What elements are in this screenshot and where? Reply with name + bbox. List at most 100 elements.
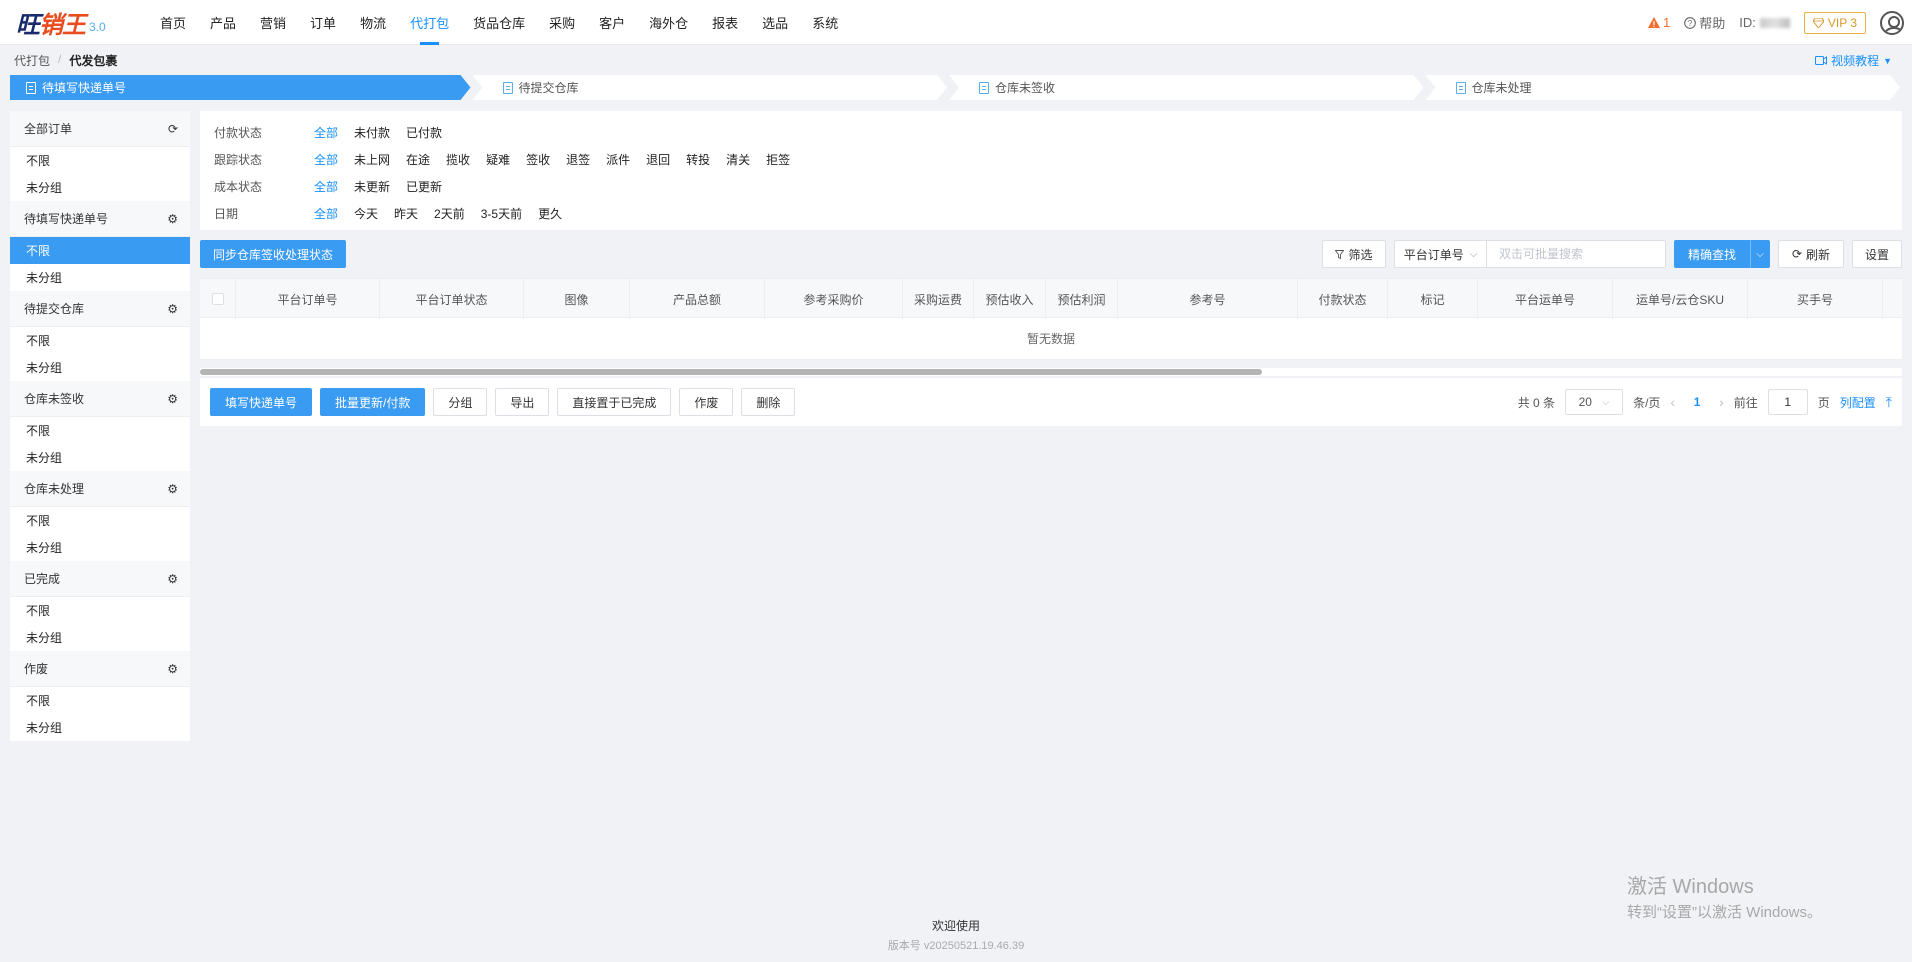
column-header[interactable]: 平台订单状态 xyxy=(380,279,524,319)
export-button[interactable]: 导出 xyxy=(495,388,550,416)
column-header[interactable]: 图像 xyxy=(524,279,630,319)
column-header[interactable]: 平台运单号 xyxy=(1478,279,1613,319)
nav-item-reports[interactable]: 报表 xyxy=(700,0,750,45)
sidebar-group-unprocessed[interactable]: 仓库未处理 ⚙ xyxy=(10,471,190,507)
video-tutorial-link[interactable]: 视频教程 ▼ xyxy=(1815,52,1892,69)
refresh-icon[interactable]: ⟳ xyxy=(168,122,178,136)
sidebar-item-ungrouped[interactable]: 未分组 xyxy=(10,624,190,651)
column-header[interactable]: 预估收入 xyxy=(974,279,1046,319)
sidebar-item-unlimited[interactable]: 不限 xyxy=(10,507,190,534)
column-header[interactable]: 平台订单号 xyxy=(236,279,380,319)
filter-option[interactable]: 未付款 xyxy=(354,124,390,141)
settings-button[interactable]: 设置 xyxy=(1852,240,1902,268)
nav-item-purchase[interactable]: 采购 xyxy=(537,0,587,45)
sidebar-item-unlimited[interactable]: 不限 xyxy=(10,417,190,444)
step-fill-tracking[interactable]: 待填写快递单号 xyxy=(10,75,471,100)
step-pending-submit[interactable]: 待提交仓库 xyxy=(473,75,948,100)
filter-option[interactable]: 转投 xyxy=(686,151,710,168)
search-field-select[interactable]: 平台订单号 ⌵ xyxy=(1395,241,1487,267)
sidebar-group-all[interactable]: 全部订单 ⟳ xyxy=(10,111,190,147)
column-header[interactable]: 标记 xyxy=(1388,279,1478,319)
nav-item-customers[interactable]: 客户 xyxy=(587,0,637,45)
scrollbar-thumb[interactable] xyxy=(200,369,1262,375)
filter-option[interactable]: 在途 xyxy=(406,151,430,168)
gear-icon[interactable]: ⚙ xyxy=(167,392,178,406)
sidebar-group-completed[interactable]: 已完成 ⚙ xyxy=(10,561,190,597)
column-header[interactable]: 参考号 xyxy=(1118,279,1298,319)
sidebar-group-pending-submit[interactable]: 待提交仓库 ⚙ xyxy=(10,291,190,327)
delete-button[interactable]: 删除 xyxy=(741,388,796,416)
sidebar-item-unlimited[interactable]: 不限 xyxy=(10,237,190,264)
filter-button[interactable]: 筛选 xyxy=(1322,240,1386,268)
vip-badge[interactable]: VIP 3 xyxy=(1803,11,1866,34)
select-all-checkbox[interactable] xyxy=(211,293,224,305)
avatar-icon[interactable] xyxy=(1880,10,1904,35)
filter-option[interactable]: 清关 xyxy=(726,151,750,168)
help-button[interactable]: ? 帮助 xyxy=(1684,13,1725,32)
fill-tracking-button[interactable]: 填写快递单号 xyxy=(210,388,313,416)
step-unsigned[interactable]: 仓库未签收 xyxy=(949,75,1424,100)
filter-option[interactable]: 已更新 xyxy=(406,178,442,195)
nav-item-orders[interactable]: 订单 xyxy=(298,0,348,45)
filter-option[interactable]: 派件 xyxy=(606,151,630,168)
set-complete-button[interactable]: 直接置于已完成 xyxy=(557,388,672,416)
sidebar-item-ungrouped[interactable]: 未分组 xyxy=(10,174,190,201)
sidebar-group-unsigned[interactable]: 仓库未签收 ⚙ xyxy=(10,381,190,417)
filter-option[interactable]: 今天 xyxy=(354,205,378,222)
breadcrumb-parent[interactable]: 代打包 xyxy=(14,52,50,69)
filter-option[interactable]: 2天前 xyxy=(434,205,465,222)
precise-search-dropdown[interactable]: ⌵ xyxy=(1750,240,1770,268)
filter-option[interactable]: 3-5天前 xyxy=(481,205,522,222)
nav-item-products[interactable]: 产品 xyxy=(198,0,248,45)
filter-option[interactable]: 退回 xyxy=(646,151,670,168)
sidebar-group-void[interactable]: 作废 ⚙ xyxy=(10,651,190,687)
filter-option[interactable]: 全部 xyxy=(314,205,338,222)
nav-item-warehouse[interactable]: 货品仓库 xyxy=(461,0,537,45)
next-page-icon[interactable]: › xyxy=(1719,394,1724,410)
group-button[interactable]: 分组 xyxy=(433,388,488,416)
sidebar-item-ungrouped[interactable]: 未分组 xyxy=(10,714,190,741)
column-header[interactable]: 采购运费 xyxy=(903,279,974,319)
horizontal-scrollbar[interactable] xyxy=(200,368,1902,376)
goto-page-input[interactable]: 1 xyxy=(1767,389,1808,415)
gear-icon[interactable]: ⚙ xyxy=(167,302,178,316)
filter-option[interactable]: 揽收 xyxy=(446,151,470,168)
sidebar-item-ungrouped[interactable]: 未分组 xyxy=(10,354,190,381)
nav-item-marketing[interactable]: 营销 xyxy=(248,0,298,45)
nav-item-selection[interactable]: 选品 xyxy=(750,0,800,45)
batch-update-button[interactable]: 批量更新/付款 xyxy=(320,388,426,416)
filter-option[interactable]: 昨天 xyxy=(394,205,418,222)
sidebar-item-ungrouped[interactable]: 未分组 xyxy=(10,264,190,291)
back-to-top-icon[interactable]: ⤒ xyxy=(1886,394,1892,411)
filter-option[interactable]: 未更新 xyxy=(354,178,390,195)
gear-icon[interactable]: ⚙ xyxy=(167,482,178,496)
column-config-link[interactable]: 列配置 xyxy=(1840,394,1876,411)
sidebar-group-fill-tracking[interactable]: 待填写快递单号 ⚙ xyxy=(10,201,190,237)
sync-warehouse-status-button[interactable]: 同步仓库签收处理状态 xyxy=(200,240,346,268)
sidebar-item-unlimited[interactable]: 不限 xyxy=(10,327,190,354)
filter-option[interactable]: 未上网 xyxy=(354,151,390,168)
sidebar-item-ungrouped[interactable]: 未分组 xyxy=(10,444,190,471)
column-header[interactable]: 付款状态 xyxy=(1298,279,1388,319)
filter-option[interactable]: 拒签 xyxy=(766,151,790,168)
filter-option[interactable]: 全部 xyxy=(314,151,338,168)
column-header[interactable]: 买手号 xyxy=(1748,279,1883,319)
step-unprocessed[interactable]: 仓库未处理 xyxy=(1426,75,1901,100)
filter-option[interactable]: 全部 xyxy=(314,178,338,195)
void-button[interactable]: 作废 xyxy=(679,388,734,416)
gear-icon[interactable]: ⚙ xyxy=(167,662,178,676)
column-header[interactable]: 预估利润 xyxy=(1046,279,1118,319)
app-logo[interactable]: 旺销王 3.0 xyxy=(0,0,132,45)
page-size-select[interactable]: 20 ⌵ xyxy=(1565,389,1624,415)
search-input[interactable] xyxy=(1487,241,1665,267)
filter-option[interactable]: 更久 xyxy=(538,205,562,222)
nav-item-system[interactable]: 系统 xyxy=(800,0,850,45)
nav-item-home[interactable]: 首页 xyxy=(148,0,198,45)
refresh-button[interactable]: ⟳ 刷新 xyxy=(1778,240,1844,268)
sidebar-item-ungrouped[interactable]: 未分组 xyxy=(10,534,190,561)
precise-search-button[interactable]: 精确查找 xyxy=(1674,240,1750,268)
prev-page-icon[interactable]: ‹ xyxy=(1670,394,1675,410)
filter-option[interactable]: 签收 xyxy=(526,151,550,168)
column-header[interactable]: 产品总额 xyxy=(630,279,765,319)
nav-item-logistics[interactable]: 物流 xyxy=(348,0,398,45)
